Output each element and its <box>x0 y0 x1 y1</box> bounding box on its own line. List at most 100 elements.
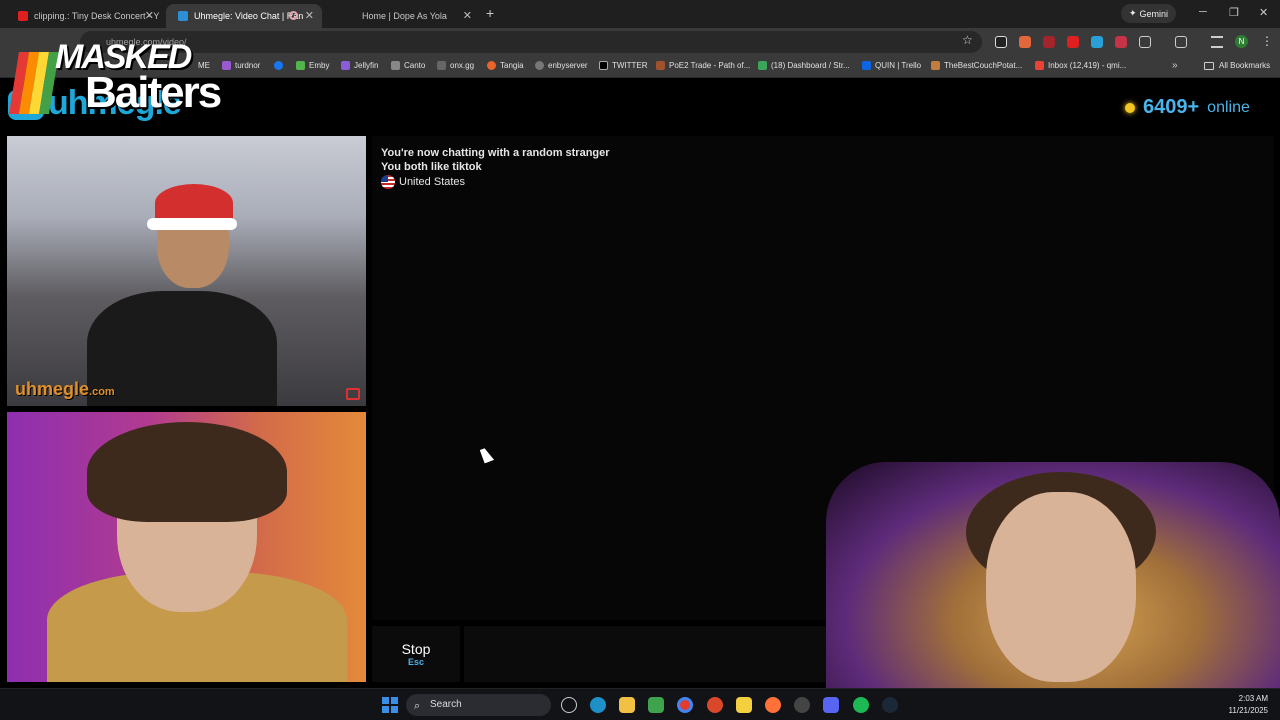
bookmark-label: Canto <box>404 61 426 70</box>
maximize-icon[interactable]: ❐ <box>1229 6 1239 19</box>
self-video <box>7 412 366 682</box>
bookmark-label: QUIN | Trello <box>875 61 922 70</box>
person-body <box>87 291 277 406</box>
bookmark-onx[interactable]: onx.gg <box>437 61 474 70</box>
bookmark-canto[interactable]: Canto <box>391 61 425 70</box>
window-close-icon[interactable]: ✕ <box>1259 6 1268 19</box>
minimize-icon[interactable]: ─ <box>1199 6 1207 18</box>
overlay-subtitle: Baiters <box>85 68 222 117</box>
file-explorer-icon[interactable] <box>619 697 635 713</box>
media-player-icon[interactable] <box>648 697 664 713</box>
all-bookmarks-button[interactable]: All Bookmarks <box>1204 61 1270 70</box>
streamer-camera-overlay <box>826 462 1280 688</box>
bookmark-star-icon[interactable]: ☆ <box>962 33 973 47</box>
bookmark-label: TWITTER <box>612 61 648 70</box>
gemini-label: Gemini <box>1139 8 1169 19</box>
santa-hat-rim <box>147 218 237 230</box>
bookmark-inbox[interactable]: Inbox (12,419) - qmi... <box>1035 61 1126 70</box>
fox-app-icon[interactable] <box>707 697 723 713</box>
person-head <box>986 492 1136 682</box>
taskbar-search[interactable]: ⌕ Search <box>406 694 551 716</box>
extension-fox-icon[interactable] <box>1019 36 1031 48</box>
sticky-notes-icon[interactable] <box>736 697 752 713</box>
clock-app-icon[interactable] <box>561 697 577 713</box>
spotify-icon[interactable] <box>853 697 869 713</box>
chat-status-line: You're now chatting with a random strang… <box>381 147 610 159</box>
tab-tiny-desk[interactable]: clipping.: Tiny Desk Concert - Y ✕ <box>6 4 162 28</box>
emby-icon <box>296 61 305 70</box>
extension-k-icon[interactable] <box>995 36 1007 48</box>
steam-icon[interactable] <box>882 697 898 713</box>
santa-hat <box>155 184 233 222</box>
online-label: online <box>1207 98 1250 116</box>
tab-search-icon[interactable] <box>1175 36 1187 48</box>
extension-red-icon[interactable] <box>1043 36 1055 48</box>
bookmark-label: Jellyfin <box>354 61 379 70</box>
bookmark-trello[interactable]: QUIN | Trello <box>862 61 921 70</box>
poe-icon <box>656 61 665 70</box>
bookmarks-overflow-icon[interactable]: » <box>1172 60 1178 71</box>
facebook-icon <box>274 61 283 70</box>
firefox-icon[interactable] <box>765 697 781 713</box>
online-count: 6409+ <box>1143 96 1200 118</box>
bookmark-dashboard[interactable]: (18) Dashboard / Str... <box>758 61 850 70</box>
bookmark-jellyfin[interactable]: Jellyfin <box>341 61 378 70</box>
tab-label: clipping.: Tiny Desk Concert - Y <box>34 11 160 21</box>
tangia-icon <box>487 61 496 70</box>
stop-label: Stop <box>401 641 431 657</box>
bookmark-label: enbyserver <box>548 61 588 70</box>
tab-label: Home | Dope As Yola <box>362 11 447 21</box>
stop-button[interactable]: Stop Esc <box>372 626 460 682</box>
browser-tab-strip: clipping.: Tiny Desk Concert - Y ✕ Uhmeg… <box>0 0 1280 28</box>
extension-7tv-icon[interactable] <box>1091 36 1103 48</box>
stop-shortcut: Esc <box>407 657 424 667</box>
bookmark-label: Emby <box>309 61 330 70</box>
bookmark-label: Tangia <box>500 61 524 70</box>
chrome-icon[interactable] <box>677 697 693 713</box>
profile-avatar[interactable]: N <box>1235 35 1248 48</box>
uhmegle-watermark: uhmegle.com <box>15 379 115 399</box>
country-line: United States <box>381 175 610 189</box>
extension-heart-icon[interactable] <box>1115 36 1127 48</box>
tab-label: Uhmegle: Video Chat | Ran <box>194 11 304 21</box>
search-label: Search <box>430 699 462 710</box>
uhmegle-icon <box>178 11 188 21</box>
system-clock[interactable]: 2:03 AM 11/21/2025 <box>1229 693 1268 717</box>
bookmark-tangia[interactable]: Tangia <box>487 61 524 70</box>
windows-taskbar: ⌕ Search 2:03 AM 11/21/2025 <box>0 688 1280 720</box>
bookmark-label: Inbox (12,419) - qmi... <box>1048 61 1127 70</box>
report-flag-icon[interactable] <box>346 388 360 400</box>
gemini-button[interactable]: ✦ Gemini <box>1121 4 1176 23</box>
couch-icon <box>931 61 940 70</box>
canto-icon <box>391 61 400 70</box>
obs-icon[interactable] <box>794 697 810 713</box>
bookmark-enbyserver[interactable]: enbyserver <box>535 61 588 70</box>
bookmark-emby[interactable] <box>274 61 287 70</box>
tab-uhmegle[interactable]: Uhmegle: Video Chat | Ran ✕ <box>166 4 322 28</box>
recording-icon <box>289 11 298 20</box>
extension-youtube-icon[interactable] <box>1067 36 1079 48</box>
tab-dope-as-yola[interactable]: Home | Dope As Yola ✕ <box>334 4 480 28</box>
media-icon[interactable] <box>1211 36 1223 48</box>
x-icon <box>599 61 608 70</box>
extensions-puzzle-icon[interactable] <box>1139 36 1151 48</box>
close-icon[interactable]: ✕ <box>145 9 154 22</box>
bookmark-emby-link[interactable]: Emby <box>296 61 329 70</box>
edge-icon[interactable] <box>590 697 606 713</box>
new-tab-icon[interactable]: + <box>486 5 494 21</box>
more-menu-icon[interactable]: ⋮ <box>1261 34 1273 48</box>
stranger-video: uhmegle.com <box>7 136 366 406</box>
chat-log: You're now chatting with a random strang… <box>381 146 610 189</box>
dashboard-icon <box>758 61 767 70</box>
bookmark-label: (18) Dashboard / Str... <box>771 61 850 70</box>
site-icon <box>346 11 356 21</box>
windows-start-icon[interactable] <box>382 697 398 713</box>
close-icon[interactable]: ✕ <box>463 9 472 22</box>
discord-icon[interactable] <box>823 697 839 713</box>
bookmark-couchpotato[interactable]: TheBestCouchPotat... <box>931 61 1022 70</box>
bookmark-poe2[interactable]: PoE2 Trade - Path of... <box>656 61 750 70</box>
online-dot-icon <box>1125 102 1135 113</box>
close-icon[interactable]: ✕ <box>305 9 314 22</box>
bookmark-twitter[interactable]: TWITTER <box>599 61 648 70</box>
chat-input[interactable] <box>464 626 834 682</box>
